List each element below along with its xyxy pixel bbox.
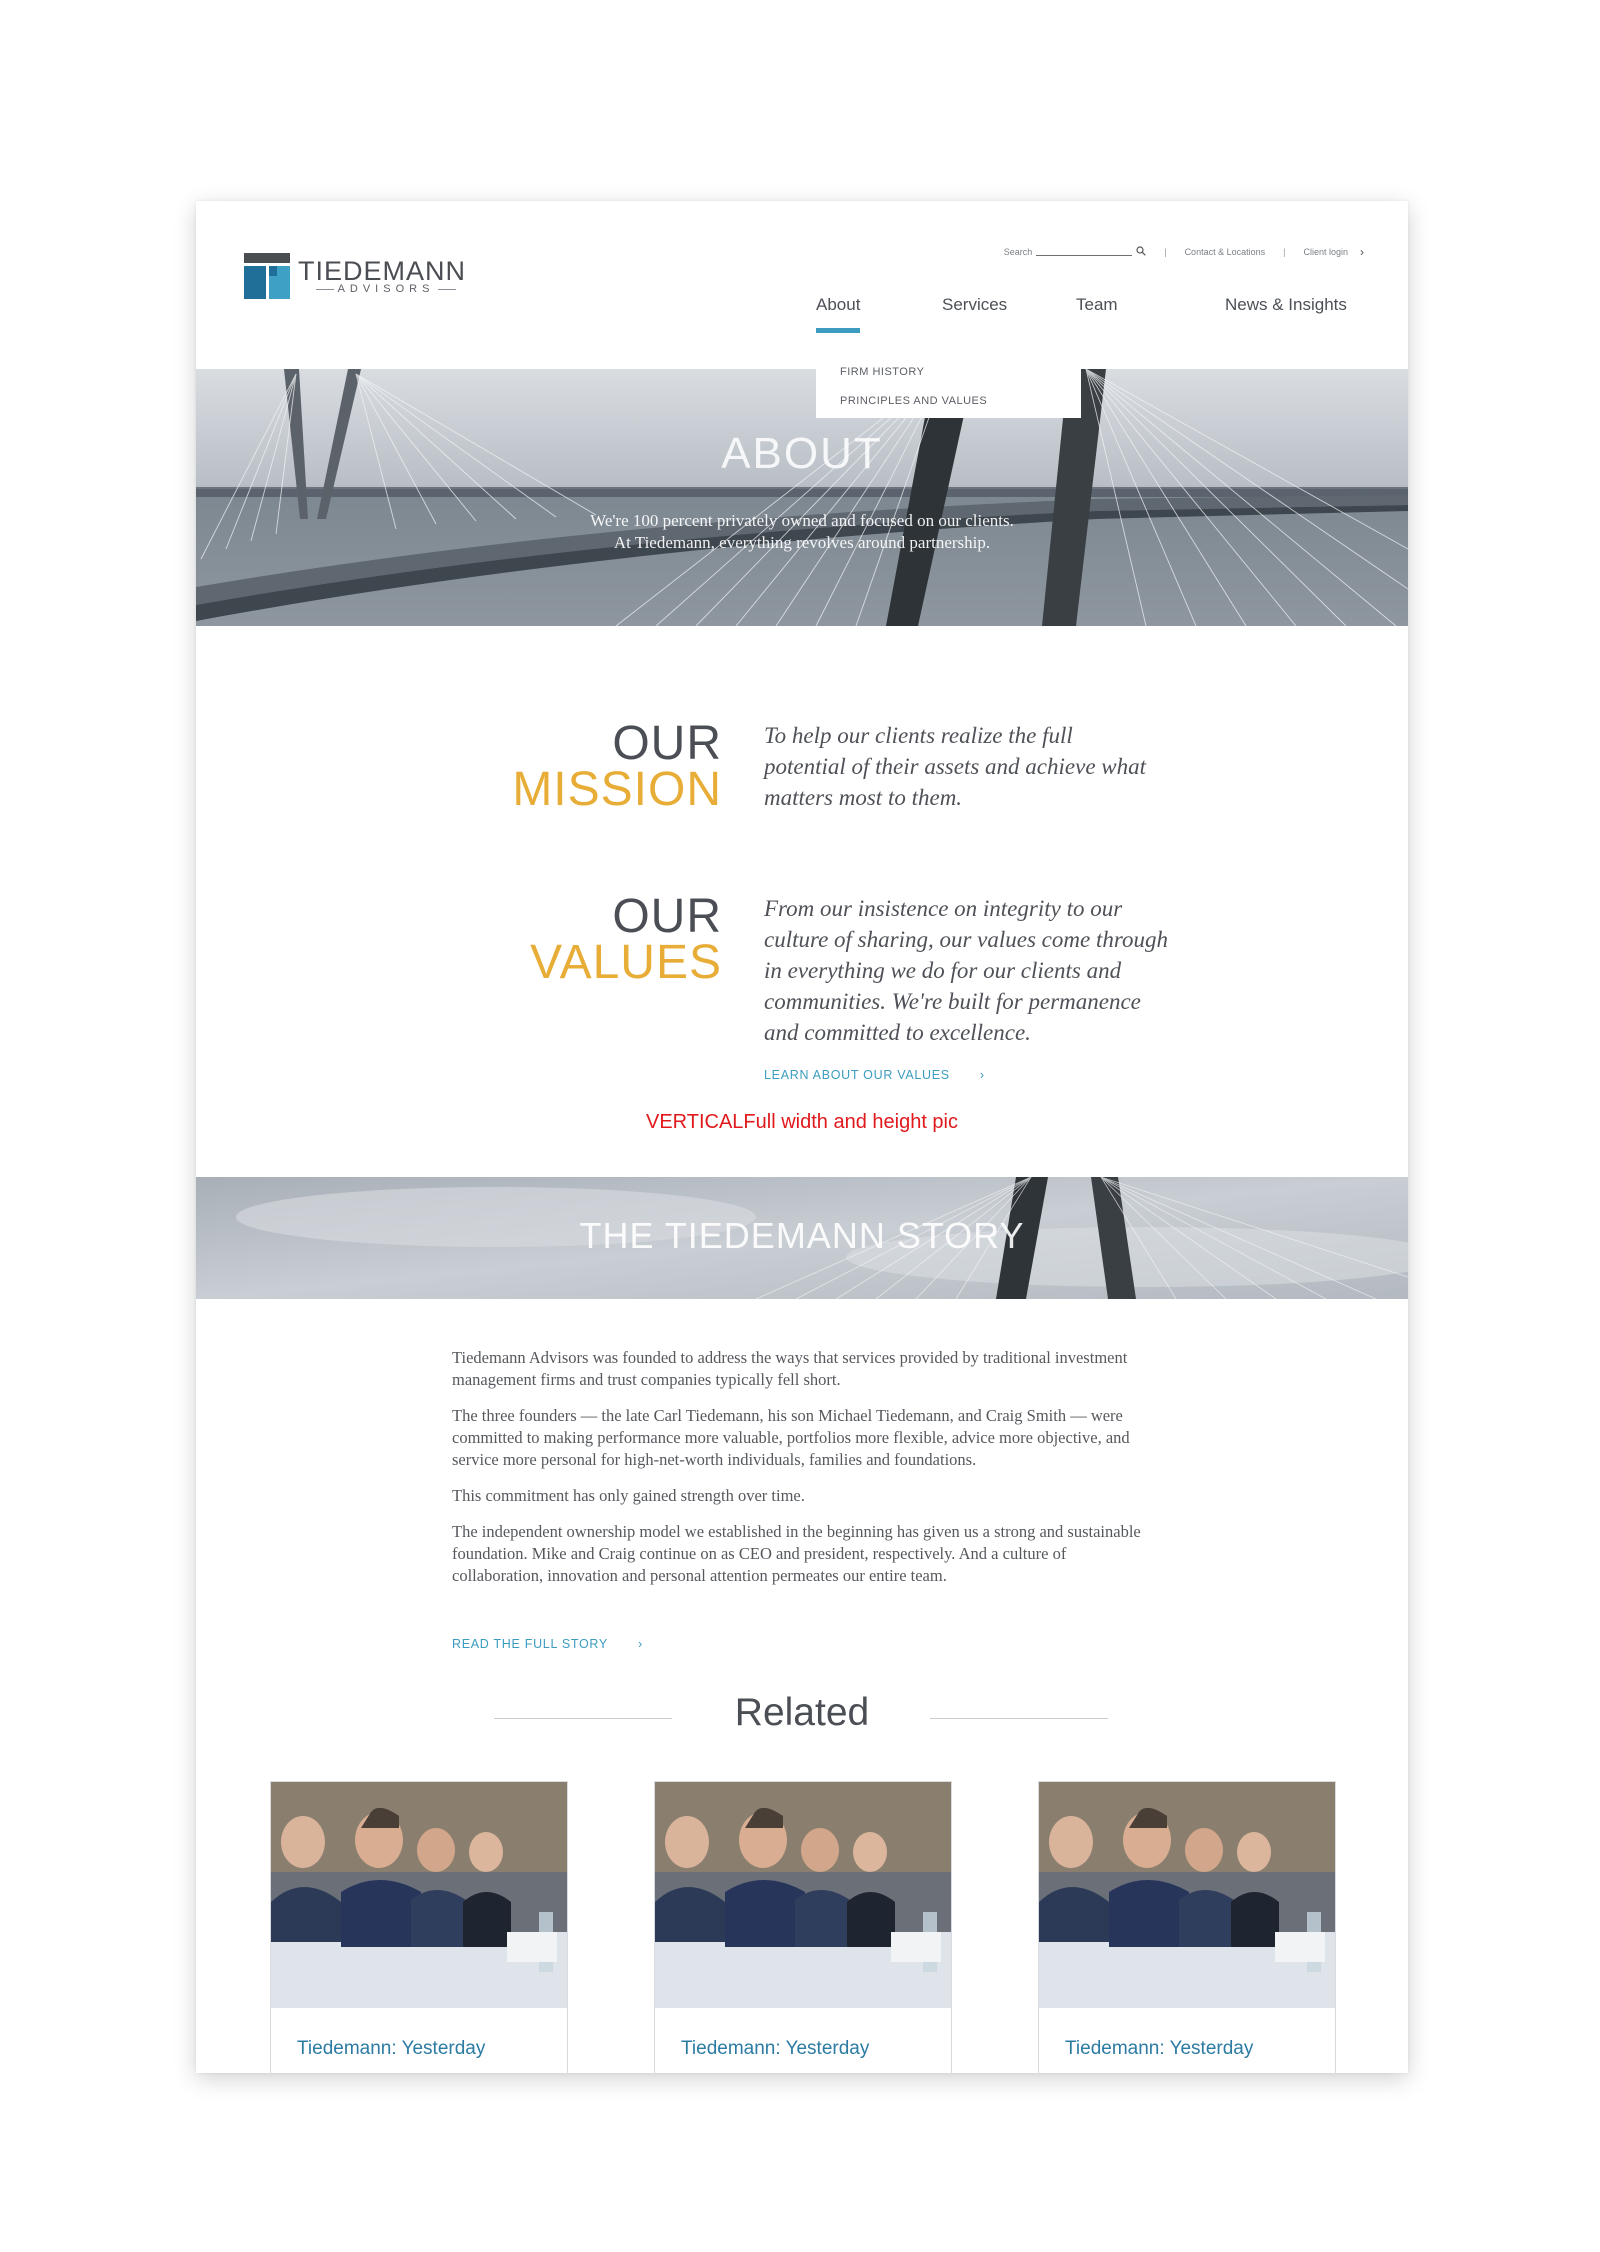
- related-card[interactable]: Tiedemann: Yesterday: [654, 1781, 952, 2073]
- hero-tagline-line1: We're 100 percent privately owned and fo…: [590, 511, 1014, 530]
- story-banner: THE TIEDEMANN STORY: [196, 1177, 1408, 1299]
- learn-values-label: LEARN ABOUT OUR VALUES: [764, 1068, 950, 1082]
- hero-banner: ABOUT We're 100 percent privately owned …: [196, 369, 1408, 626]
- brand-tagline: ADVISORS: [300, 283, 472, 295]
- brand-logo[interactable]: TIEDEMANN ADVISORS: [244, 253, 479, 301]
- read-full-story-link[interactable]: READ THE FULL STORY ›: [452, 1637, 643, 1651]
- contact-link[interactable]: Contact & Locations: [1185, 247, 1266, 257]
- utility-bar: Search | Contact & Locations | Client lo…: [1004, 245, 1364, 259]
- read-full-story-label: READ THE FULL STORY: [452, 1637, 608, 1651]
- utility-separator: |: [1283, 247, 1286, 257]
- related-card-title[interactable]: Tiedemann: Yesterday: [681, 2038, 869, 2060]
- search-label: Search: [1003, 247, 1033, 257]
- dropdown-item-firm-history[interactable]: FIRM HISTORY: [840, 366, 924, 378]
- client-login-link[interactable]: Client login: [1303, 247, 1348, 257]
- story-paragraph: This commitment has only gained strength…: [452, 1486, 805, 1505]
- related-heading: Related: [734, 1691, 870, 1734]
- nav-about[interactable]: About: [816, 295, 861, 333]
- hero-tagline-line2: At Tiedemann, everything revolves around…: [613, 533, 991, 552]
- related-card-title[interactable]: Tiedemann: Yesterday: [1065, 2038, 1253, 2060]
- related-card-photo: [1039, 1782, 1335, 2008]
- dropdown-item-principles-values[interactable]: PRINCIPLES AND VALUES: [840, 395, 987, 407]
- related-card[interactable]: Tiedemann: Yesterday: [1038, 1781, 1336, 2073]
- mission-heading: OUR MISSION: [496, 717, 722, 816]
- page-canvas: TIEDEMANN ADVISORS Search | Contact & Lo…: [196, 201, 1408, 2073]
- hero-bridge-image: [196, 369, 1408, 626]
- nav-team[interactable]: Team: [1076, 295, 1118, 315]
- hero-title: ABOUT: [721, 429, 883, 478]
- mission-line: matters most to them.: [764, 785, 963, 810]
- design-annotation-note: VERTICALFull width and height pic: [645, 1111, 958, 1133]
- related-card-title[interactable]: Tiedemann: Yesterday: [297, 2038, 485, 2060]
- search-input[interactable]: [1036, 254, 1133, 256]
- related-card-photo: [271, 1782, 567, 2008]
- chevron-right-icon: ›: [637, 1637, 643, 1651]
- nav-services[interactable]: Services: [942, 295, 1007, 315]
- utility-separator: |: [1164, 247, 1167, 257]
- values-line: communities. We're built for permanence: [764, 989, 1141, 1014]
- values-line: in everything we do for our clients and: [764, 958, 1122, 983]
- values-line: From our insistence on integrity to our: [764, 896, 1123, 921]
- search-icon[interactable]: [1136, 246, 1146, 256]
- related-divider-right: [930, 1718, 1108, 1719]
- story-paragraph: The independent ownership model we estab…: [452, 1522, 1141, 1585]
- about-dropdown-menu: FIRM HISTORY PRINCIPLES AND VALUES: [816, 354, 1081, 418]
- values-heading-word: VALUES: [530, 936, 722, 989]
- mission-statement: To help our clients realize the full pot…: [764, 720, 1146, 813]
- mission-heading-our: OUR: [612, 717, 722, 770]
- story-paragraph: Tiedemann Advisors was founded to addres…: [452, 1348, 1128, 1389]
- values-heading-our: OUR: [612, 890, 722, 943]
- nav-news-insights[interactable]: News & Insights: [1225, 295, 1347, 315]
- logo-mark-icon: [244, 253, 290, 299]
- chevron-right-icon: ›: [979, 1068, 985, 1082]
- values-statement: From our insistence on integrity to our …: [764, 893, 1168, 1048]
- main-nav: About Services Team News & Insights: [196, 295, 1408, 339]
- mission-heading-word: MISSION: [512, 763, 722, 816]
- learn-values-link[interactable]: LEARN ABOUT OUR VALUES ›: [764, 1068, 985, 1082]
- values-line: and committed to excellence.: [764, 1020, 1031, 1045]
- story-body: Tiedemann Advisors was founded to addres…: [452, 1347, 1152, 1601]
- mission-line: To help our clients realize the full: [764, 723, 1073, 748]
- related-card[interactable]: Tiedemann: Yesterday: [270, 1781, 568, 2073]
- values-line: culture of sharing, our values come thro…: [764, 927, 1168, 952]
- story-paragraph: The three founders — the late Carl Tiede…: [452, 1406, 1130, 1469]
- story-title: THE TIEDEMANN STORY: [579, 1215, 1025, 1256]
- values-heading: OUR VALUES: [496, 890, 722, 989]
- related-card-photo: [655, 1782, 951, 2008]
- chevron-right-icon[interactable]: ›: [1360, 245, 1364, 259]
- mission-line: potential of their assets and achieve wh…: [764, 754, 1147, 779]
